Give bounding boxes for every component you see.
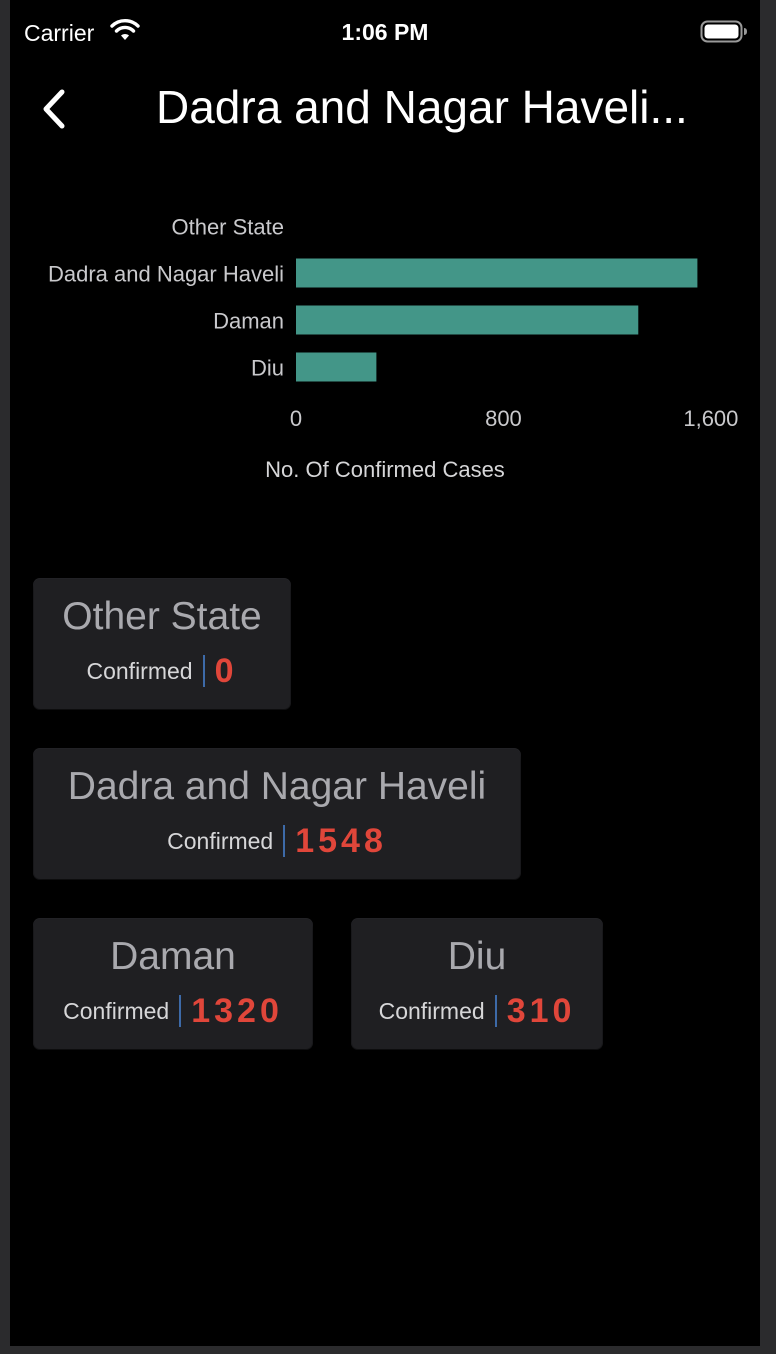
category-label: Daman — [213, 309, 284, 334]
bar-diu — [296, 352, 377, 382]
status-bar: Carrier 1:06 PM — [10, 0, 760, 64]
card-confirmed-label: Confirmed — [86, 657, 193, 684]
category-label: Diu — [251, 356, 284, 381]
x-tick-label: 800 — [485, 406, 522, 431]
card-daman[interactable]: Daman Confirmed 1320 — [34, 919, 312, 1049]
card-confirmed-label: Confirmed — [167, 827, 274, 854]
x-tick-label: 0 — [290, 406, 302, 431]
card-diu[interactable]: Diu Confirmed 310 — [352, 919, 602, 1049]
confirmed-cases-bar-chart: Other State Dadra and Nagar Haveli Daman Di… — [48, 215, 738, 483]
card-other-state[interactable]: Other State Confirmed 0 — [34, 579, 290, 709]
card-separator — [283, 825, 286, 857]
card-confirmed-label: Confirmed — [63, 997, 170, 1024]
page-title: Dadra and Nagar Haveli... — [156, 81, 688, 133]
card-region-name: Daman — [110, 935, 236, 978]
category-label: Other State — [171, 215, 284, 240]
back-chevron-icon[interactable] — [32, 82, 82, 136]
status-time: 1:06 PM — [341, 19, 429, 45]
card-confirmed-value: 1548 — [295, 821, 387, 860]
card-confirmed-value: 0 — [214, 651, 238, 690]
app-screen: Carrier 1:06 PM Dadra and Nagar Haveli..… — [10, 0, 760, 1346]
card-separator — [179, 995, 182, 1027]
card-confirmed-value: 1320 — [191, 991, 283, 1030]
x-axis-label: No. Of Confirmed Cases — [265, 457, 505, 482]
card-confirmed-label: Confirmed — [378, 997, 485, 1024]
bar-dadra-and-nagar-haveli — [296, 258, 698, 288]
x-tick-label: 1,600 — [683, 406, 738, 431]
battery-icon — [700, 20, 748, 49]
card-dadra-and-nagar-haveli[interactable]: Dadra and Nagar Haveli Confirmed 1548 — [34, 749, 520, 879]
card-region-name: Other State — [62, 595, 262, 638]
card-region-name: Dadra and Nagar Haveli — [67, 765, 487, 808]
category-label: Dadra and Nagar Haveli — [48, 262, 284, 287]
card-region-name: Diu — [447, 935, 507, 978]
card-separator — [494, 995, 497, 1027]
card-separator — [202, 655, 205, 687]
bar-daman — [296, 305, 639, 335]
card-confirmed-value: 310 — [506, 991, 576, 1030]
